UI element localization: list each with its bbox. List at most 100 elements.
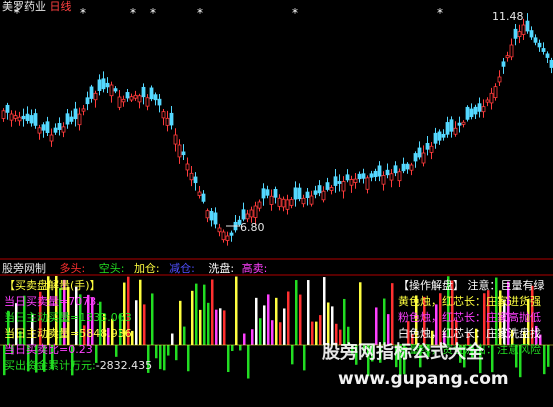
volume-bar — [311, 321, 314, 345]
candle-body — [129, 96, 134, 101]
watermark-url: www.gupang.com — [338, 369, 509, 389]
candle-body — [209, 211, 214, 221]
volume-bar — [195, 283, 198, 345]
volume-bar — [235, 276, 238, 345]
candle-body — [309, 195, 314, 205]
volume-bar — [171, 333, 174, 345]
candle-body — [453, 127, 458, 135]
volume-bar — [247, 345, 250, 379]
candle-body — [153, 94, 158, 101]
candle-body — [421, 152, 426, 164]
candle-body — [433, 132, 438, 144]
volume-bar — [223, 310, 226, 345]
volume-bar — [375, 307, 378, 345]
candle-body — [429, 145, 434, 153]
volume-bar — [323, 277, 326, 345]
stock-chart-window: { "top_title": { "stock_name": "美罗药业", "… — [0, 0, 553, 407]
candle-body — [93, 92, 98, 101]
volume-bar — [319, 315, 322, 345]
volume-bar — [383, 298, 386, 345]
candle-body — [221, 231, 226, 241]
daily-volume: 当日买卖量=7073. — [4, 295, 100, 308]
candle-body — [401, 163, 406, 172]
candle-body — [141, 86, 146, 98]
note-white: 白色烛，红芯长：庄家洗盘找 — [398, 327, 541, 340]
candle-body — [173, 134, 178, 145]
candle-body — [201, 193, 206, 202]
candle-body — [333, 176, 338, 186]
volume-bar — [327, 302, 330, 345]
volume-bar — [287, 291, 290, 345]
candle-body — [505, 55, 510, 59]
candle-body — [345, 174, 350, 181]
volume-bar — [219, 308, 222, 345]
candle-body — [489, 92, 494, 104]
star-marker: * — [197, 6, 203, 20]
candle-body — [277, 197, 282, 207]
candle-body — [321, 190, 326, 201]
candle-body — [13, 115, 18, 119]
volume-bar — [163, 345, 166, 371]
star-marker: * — [130, 6, 136, 20]
candle-body — [409, 164, 414, 171]
candle-body — [165, 117, 170, 126]
active-sell: 当日主动卖量=5848.936 — [4, 327, 132, 340]
volume-bar — [267, 294, 270, 345]
candle-body — [405, 163, 410, 170]
volume-bar — [255, 297, 258, 345]
operation-header: 【操作解盘】 注意：巨量有绿 — [398, 279, 545, 292]
candle-body — [337, 181, 342, 184]
candle-body — [41, 124, 46, 131]
candle-body — [125, 92, 130, 99]
candle-body — [417, 147, 422, 158]
candle-body — [29, 115, 34, 124]
candle-body — [349, 179, 354, 186]
volume-bar — [155, 345, 158, 359]
candle-body — [481, 106, 486, 113]
volume-bar — [207, 302, 210, 345]
candle-body — [457, 122, 462, 126]
candle-body — [529, 30, 534, 38]
candle-body — [397, 171, 402, 182]
candle-body — [541, 48, 546, 52]
candle-body — [381, 175, 386, 185]
candle-body — [533, 37, 538, 43]
volume-bar — [175, 345, 178, 361]
buy-sell-ratio: 当日买卖比=0.23 — [4, 343, 93, 356]
candle-body — [1, 110, 6, 119]
star-marker: * — [292, 6, 298, 20]
candle-body — [437, 131, 442, 141]
candle-body — [149, 87, 154, 100]
candle-body — [185, 163, 190, 171]
candle-body — [61, 126, 66, 133]
volume-bar — [331, 306, 334, 345]
indicator-name: 股旁网制 — [2, 262, 46, 275]
candle-body — [305, 191, 310, 199]
candle-body — [361, 173, 366, 179]
low-price-label: 6.80 — [240, 221, 265, 234]
candle-body — [85, 97, 90, 105]
volume-bar — [211, 279, 214, 345]
watermark-text: 股旁网指标公式大全 — [322, 342, 484, 363]
candle-body — [97, 79, 102, 91]
volume-bar — [239, 345, 242, 351]
fund-outflow-value: -2832.435 — [95, 359, 153, 372]
candle-body — [89, 86, 94, 99]
star-marker: * — [150, 6, 156, 20]
candle-body — [105, 82, 110, 88]
candle-body — [53, 127, 58, 133]
volume-bar — [271, 320, 274, 345]
volume-bar — [167, 345, 170, 356]
candle-body — [385, 169, 390, 176]
candle-body — [101, 78, 106, 90]
volume-bar — [275, 297, 278, 345]
candle-body — [113, 88, 118, 92]
volume-bar — [295, 280, 298, 345]
volume-bar — [179, 300, 182, 345]
candle-body — [49, 134, 54, 142]
candle-body — [57, 123, 62, 130]
volume-bar — [183, 326, 186, 345]
candle-body — [281, 198, 286, 208]
candle-body — [325, 182, 330, 190]
candle-body — [77, 113, 82, 126]
